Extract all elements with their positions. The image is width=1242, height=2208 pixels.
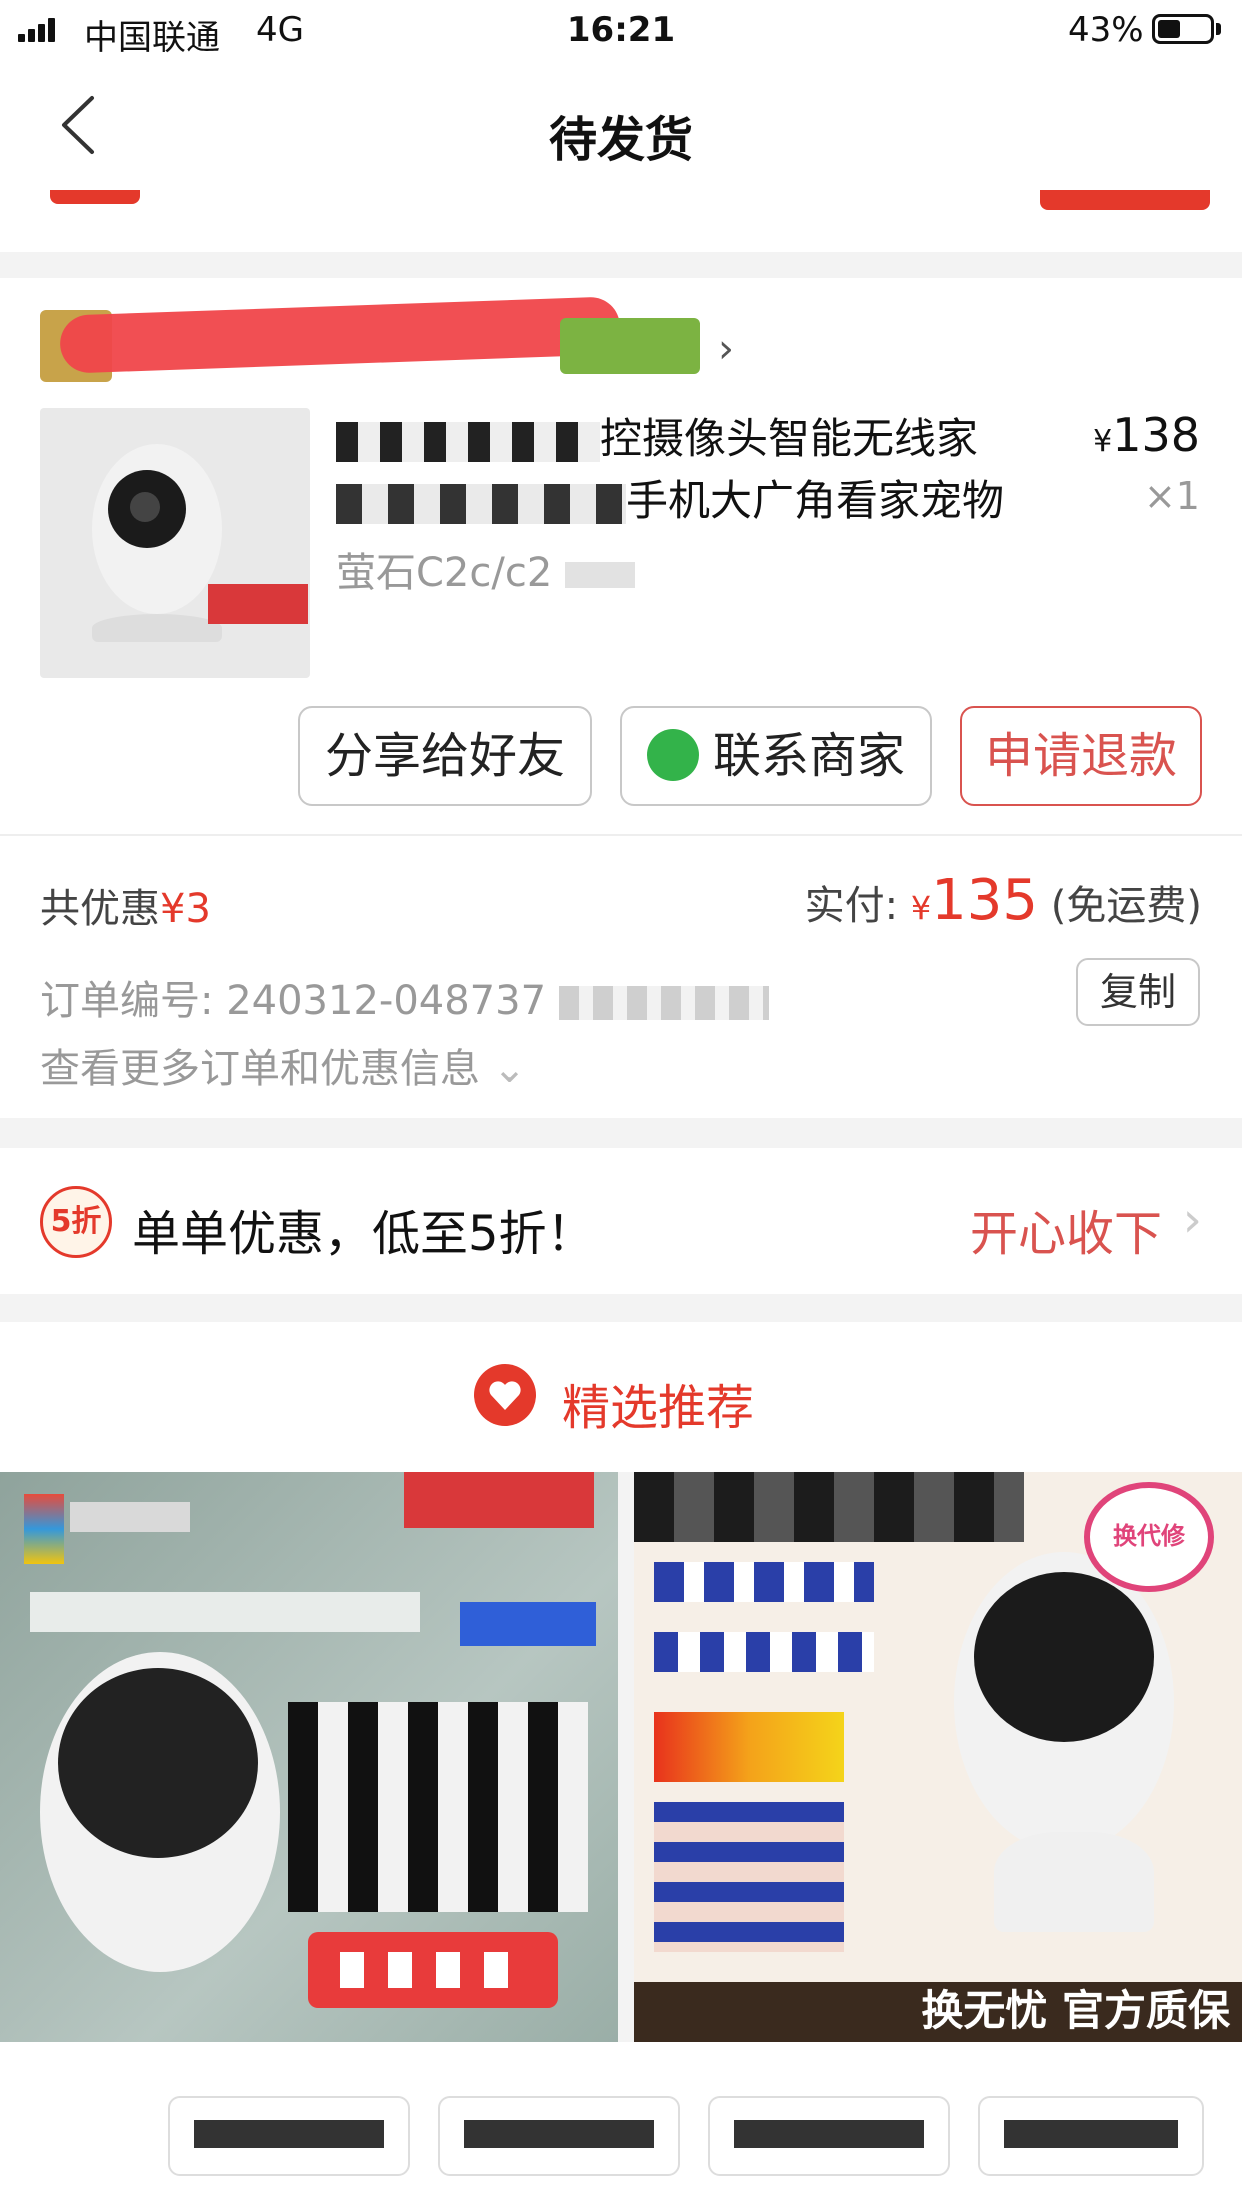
product-price: ¥138 — [1093, 408, 1200, 462]
share-button[interactable]: 分享给好友 — [298, 706, 592, 806]
warranty-stamp: 换代修 — [1084, 1482, 1214, 1592]
discount-value: ¥3 — [160, 886, 211, 932]
contact-seller-label: 联系商家 — [712, 728, 905, 784]
bottom-order-tabs — [0, 2042, 1242, 2208]
price-symbol: ¥ — [1093, 424, 1113, 459]
divider — [0, 834, 1242, 836]
page-title: 待发货 — [548, 112, 693, 168]
product-spec-text: 萤石C2c/c2 — [336, 550, 553, 596]
product-title-line2: 手机大广角看家宠物 — [626, 476, 1005, 525]
product-title[interactable]: 控摄像头智能无线家 手机大广角看家宠物 — [336, 408, 1036, 532]
contact-seller-button[interactable]: 联系商家 — [620, 706, 932, 839]
shop-name-redacted[interactable] — [59, 296, 621, 374]
battery-percent: 43% — [1068, 10, 1144, 50]
promo-accept-link[interactable]: 开心收下 — [970, 1194, 1162, 1264]
discount-summary: 共优惠¥3 — [40, 876, 211, 934]
previous-card-tag — [50, 190, 140, 204]
order-tab-3[interactable] — [708, 2096, 950, 2176]
product-thumbnail[interactable] — [40, 408, 310, 678]
battery-fill — [1158, 20, 1180, 38]
more-order-info-link[interactable]: 查看更多订单和优惠信息 ⌄ — [40, 1036, 526, 1094]
order-number-value: 240312-048737 — [226, 978, 547, 1024]
heart-icon — [474, 1364, 536, 1426]
recommend-product-right[interactable]: 换代修 换无忧 官方质保 — [634, 1472, 1242, 2042]
wechat-icon — [646, 729, 699, 839]
promo-text: 单单优惠，低至5折！ — [132, 1206, 595, 1262]
recommend-title: 精选推荐 — [562, 1380, 755, 1436]
discount-badge-icon: 5折 — [40, 1186, 112, 1258]
chevron-down-icon: ⌄ — [492, 1046, 527, 1092]
refund-button-label: 申请退款 — [984, 728, 1177, 784]
order-number-label: 订单编号: — [40, 978, 214, 1024]
order-tab-4[interactable] — [978, 2096, 1204, 2176]
paid-value: 135 — [931, 868, 1039, 933]
order-tab-2[interactable] — [438, 2096, 680, 2176]
product-spec: 萤石C2c/c2 — [336, 540, 636, 598]
recommend-product-left[interactable] — [0, 1472, 618, 2042]
shop-badge — [560, 318, 700, 374]
recommend-header: 精选推荐 — [0, 1322, 1242, 1472]
price-value: 138 — [1112, 408, 1200, 462]
paid-note: (免运费) — [1050, 883, 1202, 929]
paid-symbol: ¥ — [910, 889, 932, 927]
product-title-line1: 控摄像头智能无线家 — [600, 414, 979, 463]
warranty-banner: 换无忧 官方质保 — [634, 1982, 1242, 2042]
copy-order-number-button[interactable]: 复制 — [1076, 958, 1200, 1026]
order-number: 订单编号: 240312-048737 — [40, 968, 769, 1026]
more-order-info-label: 查看更多订单和优惠信息 — [40, 1046, 480, 1092]
previous-card-button[interactable] — [1040, 190, 1210, 210]
paid-label: 实付: — [804, 883, 899, 929]
share-button-label: 分享给好友 — [324, 728, 565, 784]
discount-label: 共优惠 — [40, 886, 160, 932]
clock: 16:21 — [566, 10, 676, 50]
order-tab-1[interactable] — [168, 2096, 410, 2176]
battery-nub — [1216, 23, 1221, 35]
paid-summary: 实付: ¥135 (免运费) — [805, 868, 1202, 933]
chevron-right-icon[interactable]: › — [718, 326, 734, 372]
order-card: › 控摄像头智能无线家 手机大广角看家宠物 萤石C2c/c2 ¥138 ×1 分… — [0, 278, 1242, 1118]
nav-bar: 待发货 — [0, 62, 1242, 190]
chevron-right-icon: › — [1182, 1192, 1202, 1248]
product-quantity: ×1 — [1143, 474, 1200, 518]
status-bar: 中国联通 4G 16:21 43% — [0, 0, 1242, 62]
refund-button[interactable]: 申请退款 — [960, 706, 1202, 806]
battery-icon — [1152, 14, 1214, 44]
previous-card — [0, 190, 1242, 252]
promo-banner[interactable]: 5折 单单优惠，低至5折！ 开心收下 › — [0, 1148, 1242, 1294]
